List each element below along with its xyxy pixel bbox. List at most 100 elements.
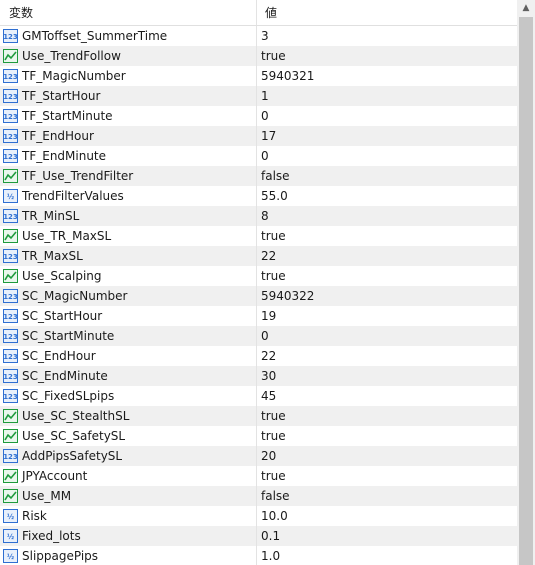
value-cell[interactable]: false — [258, 166, 517, 186]
value-cell[interactable]: 22 — [258, 246, 517, 266]
table-row[interactable]: TF_Use_TrendFilter false — [0, 166, 517, 186]
variable-name: TF_StartHour — [22, 89, 101, 103]
value-cell[interactable]: 30 — [258, 366, 517, 386]
variable-cell[interactable]: TF_Use_TrendFilter — [0, 166, 257, 186]
table-row[interactable]: 123 SC_MagicNumber 5940322 — [0, 286, 517, 306]
bool-icon — [3, 429, 18, 443]
int-icon: 123 — [3, 209, 18, 223]
variable-cell[interactable]: Use_SC_StealthSL — [0, 406, 257, 426]
variable-cell[interactable]: 123 TF_StartMinute — [0, 106, 257, 126]
variable-cell[interactable]: 123 TF_StartHour — [0, 86, 257, 106]
scrollbar-thumb[interactable] — [519, 17, 533, 565]
table-row[interactable]: Use_Scalping true — [0, 266, 517, 286]
value-cell[interactable]: true — [258, 406, 517, 426]
variable-cell[interactable]: JPYAccount — [0, 466, 257, 486]
value-cell[interactable]: 3 — [258, 26, 517, 46]
value-cell[interactable]: true — [258, 226, 517, 246]
table-row[interactable]: ½ Risk 10.0 — [0, 506, 517, 526]
vertical-scrollbar[interactable]: ▲ — [517, 0, 535, 565]
value-cell[interactable]: true — [258, 466, 517, 486]
variable-name: TF_EndHour — [22, 129, 94, 143]
variable-cell[interactable]: 123 AddPipsSafetySL — [0, 446, 257, 466]
table-row[interactable]: Use_SC_StealthSL true — [0, 406, 517, 426]
variable-cell[interactable]: 123 TF_EndMinute — [0, 146, 257, 166]
table-row[interactable]: Use_TR_MaxSL true — [0, 226, 517, 246]
variable-cell[interactable]: 123 TR_MinSL — [0, 206, 257, 226]
variable-cell[interactable]: Use_MM — [0, 486, 257, 506]
value-cell[interactable]: 0 — [258, 326, 517, 346]
value-cell[interactable]: 55.0 — [258, 186, 517, 206]
variable-cell[interactable]: 123 SC_StartMinute — [0, 326, 257, 346]
table-row[interactable]: Use_TrendFollow true — [0, 46, 517, 66]
svg-text:½: ½ — [7, 193, 14, 201]
value-cell[interactable]: 45 — [258, 386, 517, 406]
column-header-variable[interactable]: 変数 — [0, 0, 257, 25]
value-cell[interactable]: 8 — [258, 206, 517, 226]
table-row[interactable]: 123 TR_MinSL 8 — [0, 206, 517, 226]
table-row[interactable]: ½ TrendFilterValues 55.0 — [0, 186, 517, 206]
value-cell[interactable]: true — [258, 426, 517, 446]
bool-icon — [3, 269, 18, 283]
value-cell[interactable]: 1 — [258, 86, 517, 106]
svg-text:123: 123 — [3, 73, 18, 81]
value-cell[interactable]: 0 — [258, 106, 517, 126]
value-cell[interactable]: true — [258, 46, 517, 66]
scroll-up-arrow-icon[interactable]: ▲ — [517, 0, 535, 17]
variable-name: SlippagePips — [22, 549, 99, 563]
value-cell[interactable]: true — [258, 266, 517, 286]
table-row[interactable]: 123 TR_MaxSL 22 — [0, 246, 517, 266]
variable-cell[interactable]: 123 GMToffset_SummerTime — [0, 26, 257, 46]
table-row[interactable]: 123 TF_EndMinute 0 — [0, 146, 517, 166]
table-row[interactable]: 123 TF_MagicNumber 5940321 — [0, 66, 517, 86]
value-cell[interactable]: 19 — [258, 306, 517, 326]
table-row[interactable]: ½ Fixed_lots 0.1 — [0, 526, 517, 546]
value-cell[interactable]: false — [258, 486, 517, 506]
variable-name: JPYAccount — [22, 469, 88, 483]
table-row[interactable]: 123 AddPipsSafetySL 20 — [0, 446, 517, 466]
variable-cell[interactable]: ½ Fixed_lots — [0, 526, 257, 546]
table-row[interactable]: 123 TF_StartMinute 0 — [0, 106, 517, 126]
table-row[interactable]: 123 TF_StartHour 1 — [0, 86, 517, 106]
value-cell[interactable]: 0 — [258, 146, 517, 166]
variable-cell[interactable]: ½ TrendFilterValues — [0, 186, 257, 206]
variable-cell[interactable]: 123 TF_EndHour — [0, 126, 257, 146]
variable-cell[interactable]: 123 SC_EndHour — [0, 346, 257, 366]
variable-cell[interactable]: Use_TR_MaxSL — [0, 226, 257, 246]
inputs-grid: 変数 値 123 GMToffset_SummerTime 3 Use_TrendFo… — [0, 0, 517, 565]
table-row[interactable]: 123 SC_FixedSLpips 45 — [0, 386, 517, 406]
table-row[interactable]: 123 GMToffset_SummerTime 3 — [0, 26, 517, 46]
table-row[interactable]: Use_MM false — [0, 486, 517, 506]
svg-text:123: 123 — [3, 33, 18, 41]
value-cell[interactable]: 10.0 — [258, 506, 517, 526]
variable-name: Use_MM — [22, 489, 72, 503]
value-cell[interactable]: 5940321 — [258, 66, 517, 86]
variable-cell[interactable]: Use_TrendFollow — [0, 46, 257, 66]
variable-cell[interactable]: Use_Scalping — [0, 266, 257, 286]
value-cell[interactable]: 0.1 — [258, 526, 517, 546]
table-row[interactable]: Use_SC_SafetySL true — [0, 426, 517, 446]
value-cell[interactable]: 22 — [258, 346, 517, 366]
table-row[interactable]: 123 SC_EndHour 22 — [0, 346, 517, 366]
table-row[interactable]: 123 TF_EndHour 17 — [0, 126, 517, 146]
variable-cell[interactable]: 123 SC_StartHour — [0, 306, 257, 326]
value-cell[interactable]: 1.0 — [258, 546, 517, 565]
variable-cell[interactable]: ½ SlippagePips — [0, 546, 257, 565]
variable-cell[interactable]: ½ Risk — [0, 506, 257, 526]
svg-text:½: ½ — [7, 513, 14, 521]
table-row[interactable]: 123 SC_StartHour 19 — [0, 306, 517, 326]
variable-cell[interactable]: 123 SC_EndMinute — [0, 366, 257, 386]
variable-cell[interactable]: 123 TR_MaxSL — [0, 246, 257, 266]
variable-cell[interactable]: 123 SC_FixedSLpips — [0, 386, 257, 406]
column-header-value[interactable]: 値 — [258, 0, 517, 25]
table-row[interactable]: 123 SC_StartMinute 0 — [0, 326, 517, 346]
value-cell[interactable]: 20 — [258, 446, 517, 466]
variable-cell[interactable]: 123 TF_MagicNumber — [0, 66, 257, 86]
table-row[interactable]: ½ SlippagePips 1.0 — [0, 546, 517, 565]
table-row[interactable]: 123 SC_EndMinute 30 — [0, 366, 517, 386]
variable-cell[interactable]: 123 SC_MagicNumber — [0, 286, 257, 306]
variable-cell[interactable]: Use_SC_SafetySL — [0, 426, 257, 446]
value-cell[interactable]: 5940322 — [258, 286, 517, 306]
table-row[interactable]: JPYAccount true — [0, 466, 517, 486]
value-cell[interactable]: 17 — [258, 126, 517, 146]
svg-text:123: 123 — [3, 153, 18, 161]
